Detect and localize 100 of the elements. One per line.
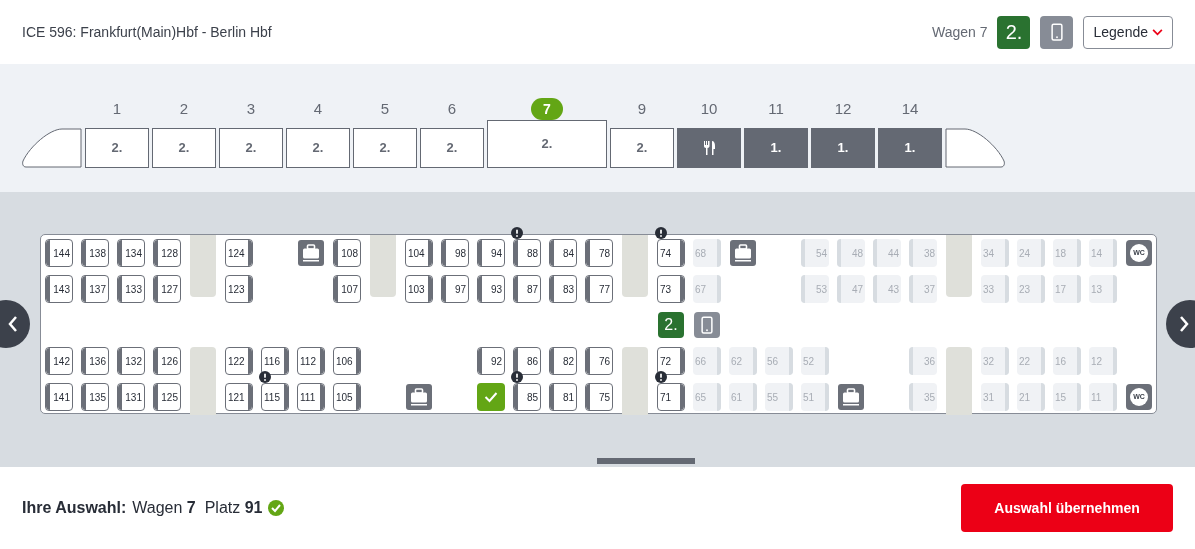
seat[interactable]: 141 bbox=[45, 383, 73, 411]
table bbox=[622, 347, 648, 415]
coach-number: 12 bbox=[834, 99, 852, 119]
seat[interactable]: 71 bbox=[657, 383, 685, 411]
seat[interactable]: 83 bbox=[549, 275, 577, 303]
seat[interactable]: 74 bbox=[657, 239, 685, 267]
coach[interactable]: 1. bbox=[811, 128, 875, 168]
coach[interactable]: 2. bbox=[420, 128, 484, 168]
seat[interactable]: 73 bbox=[657, 275, 685, 303]
coach[interactable]: 2. bbox=[85, 128, 149, 168]
confirm-button[interactable]: Auswahl übernehmen bbox=[961, 484, 1173, 532]
seat[interactable]: 78 bbox=[585, 239, 613, 267]
seat[interactable]: 111 bbox=[297, 383, 325, 411]
seat[interactable]: 142 bbox=[45, 347, 73, 375]
seat[interactable]: 107 bbox=[333, 275, 361, 303]
check-circle-icon bbox=[268, 500, 285, 516]
selection-label: Ihre Auswahl: bbox=[22, 498, 127, 518]
coach-number: 3 bbox=[246, 99, 256, 119]
coach-number: 11 bbox=[768, 99, 784, 119]
coach[interactable]: 1. bbox=[744, 128, 808, 168]
seat[interactable]: 92 bbox=[477, 347, 505, 375]
seat[interactable]: 97 bbox=[441, 275, 469, 303]
seat[interactable]: 121 bbox=[225, 383, 253, 411]
luggage-icon bbox=[298, 240, 324, 266]
seat[interactable]: 131 bbox=[117, 383, 145, 411]
luggage-icon bbox=[730, 240, 756, 266]
seat[interactable]: 103 bbox=[405, 275, 433, 303]
seat[interactable]: 76 bbox=[585, 347, 613, 375]
seat[interactable]: 106 bbox=[333, 347, 361, 375]
luggage-icon bbox=[838, 384, 864, 410]
coach[interactable]: 2. bbox=[286, 128, 350, 168]
coach-number: 14 bbox=[901, 99, 919, 119]
seat[interactable]: 75 bbox=[585, 383, 613, 411]
coach-number: 4 bbox=[313, 99, 323, 119]
seat[interactable]: 104 bbox=[405, 239, 433, 267]
chevron-down-icon bbox=[1152, 28, 1163, 36]
seat[interactable]: 108 bbox=[333, 239, 361, 267]
seat[interactable]: 124 bbox=[225, 239, 253, 267]
coach-number: 5 bbox=[380, 99, 390, 119]
seat[interactable]: 144 bbox=[45, 239, 73, 267]
coach[interactable]: 2. bbox=[487, 120, 607, 168]
coach-number: 9 bbox=[637, 99, 647, 119]
seat[interactable]: 98 bbox=[441, 239, 469, 267]
coach-number: 10 bbox=[700, 99, 718, 119]
seat[interactable]: 137 bbox=[81, 275, 109, 303]
selected-seat[interactable] bbox=[477, 383, 505, 411]
coach[interactable]: 1. bbox=[878, 128, 942, 168]
seat[interactable]: 134 bbox=[117, 239, 145, 267]
seat[interactable]: 112 bbox=[297, 347, 325, 375]
coach[interactable]: 2. bbox=[353, 128, 417, 168]
seat[interactable]: 82 bbox=[549, 347, 577, 375]
table bbox=[190, 235, 216, 297]
seat[interactable]: 136 bbox=[81, 347, 109, 375]
seat[interactable]: 127 bbox=[153, 275, 181, 303]
seat[interactable]: 133 bbox=[117, 275, 145, 303]
seat[interactable]: 93 bbox=[477, 275, 505, 303]
table bbox=[622, 235, 648, 297]
class-badge: 2. bbox=[997, 15, 1031, 49]
coach-number: 7 bbox=[531, 98, 563, 120]
coach[interactable] bbox=[677, 128, 741, 168]
seat[interactable]: 88 bbox=[513, 239, 541, 267]
coach[interactable]: 2. bbox=[152, 128, 216, 168]
legend-button[interactable]: Legende bbox=[1083, 15, 1173, 49]
train-rear-drawing bbox=[945, 128, 1005, 168]
seat[interactable]: 123 bbox=[225, 275, 253, 303]
seat[interactable]: 84 bbox=[549, 239, 577, 267]
seat[interactable]: 87 bbox=[513, 275, 541, 303]
seat[interactable]: 86 bbox=[513, 347, 541, 375]
coach[interactable]: 2. bbox=[219, 128, 283, 168]
seat[interactable]: 128 bbox=[153, 239, 181, 267]
coach[interactable]: 2. bbox=[610, 128, 674, 168]
table bbox=[946, 235, 972, 297]
seat[interactable]: 143 bbox=[45, 275, 73, 303]
table bbox=[946, 347, 972, 415]
seat[interactable]: 135 bbox=[81, 383, 109, 411]
phone-icon bbox=[1040, 15, 1074, 49]
seat[interactable]: 77 bbox=[585, 275, 613, 303]
seat[interactable]: 85 bbox=[513, 383, 541, 411]
scrollbar-thumb[interactable] bbox=[597, 458, 695, 464]
check-icon bbox=[484, 391, 498, 403]
wagon-label: Wagen 7 bbox=[931, 22, 988, 42]
seat[interactable]: 125 bbox=[153, 383, 181, 411]
seat[interactable]: 116 bbox=[261, 347, 289, 375]
luggage-icon bbox=[406, 384, 432, 410]
cutlery-icon bbox=[702, 140, 716, 156]
chevron-left-icon bbox=[8, 316, 18, 332]
seat[interactable]: 115 bbox=[261, 383, 289, 411]
seat[interactable]: 94 bbox=[477, 239, 505, 267]
train-front-drawing bbox=[22, 128, 82, 168]
seat[interactable]: 132 bbox=[117, 347, 145, 375]
phone-icon bbox=[694, 312, 720, 338]
seat[interactable]: 72 bbox=[657, 347, 685, 375]
table bbox=[190, 347, 216, 415]
train-title: ICE 596: Frankfurt(Main)Hbf - Berlin Hbf bbox=[22, 22, 272, 42]
seat[interactable]: 81 bbox=[549, 383, 577, 411]
seat[interactable]: 122 bbox=[225, 347, 253, 375]
seat[interactable]: 138 bbox=[81, 239, 109, 267]
coach-number: 2 bbox=[179, 99, 189, 119]
seat[interactable]: 126 bbox=[153, 347, 181, 375]
seat[interactable]: 105 bbox=[333, 383, 361, 411]
